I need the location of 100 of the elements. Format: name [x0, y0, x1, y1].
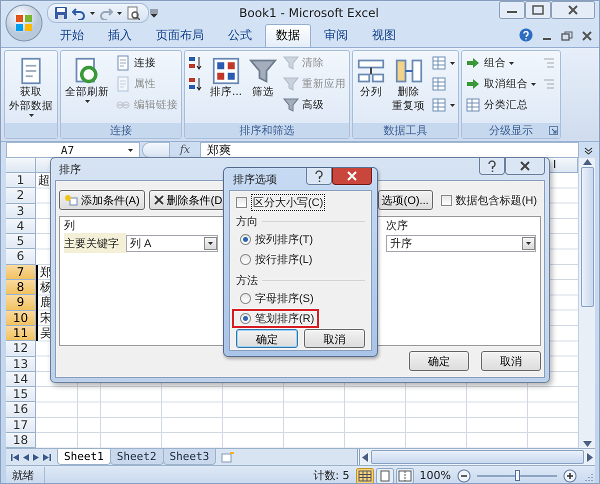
- radio-button[interactable]: [240, 234, 251, 245]
- ribbon-button[interactable]: 筛选: [246, 53, 280, 103]
- help-icon[interactable]: [519, 28, 533, 42]
- ribbon-button[interactable]: 分类汇总: [463, 95, 538, 115]
- ribbon-button[interactable]: 删除 重复项: [389, 53, 428, 117]
- ribbon-button[interactable]: 排序...: [207, 53, 246, 103]
- radio-label[interactable]: 字母排序(S): [255, 291, 314, 306]
- print-preview-icon[interactable]: [126, 6, 140, 20]
- zoom-out-icon[interactable]: [457, 468, 471, 482]
- help-icon[interactable]: [479, 158, 505, 175]
- ribbon-tab[interactable]: 页面布局: [145, 24, 215, 47]
- row-header[interactable]: 10: [6, 310, 36, 326]
- app-menu-button[interactable]: [5, 4, 43, 42]
- table-icon[interactable]: [431, 76, 448, 92]
- function-label[interactable]: fx: [172, 142, 198, 158]
- dropdown[interactable]: 升序: [386, 234, 536, 252]
- dialog-button[interactable]: 添加条件(A): [59, 190, 145, 210]
- checkbox[interactable]: [236, 197, 247, 208]
- scroll-right-icon[interactable]: [587, 452, 593, 462]
- zoom-in-icon[interactable]: [563, 468, 577, 482]
- zoom-level[interactable]: 100%: [420, 469, 451, 482]
- radio-button[interactable]: [240, 313, 251, 324]
- radio-button[interactable]: [240, 293, 251, 304]
- dialog-button[interactable]: 取消: [481, 351, 541, 371]
- radio-label[interactable]: 按列排序(T): [255, 232, 314, 247]
- ribbon-button[interactable]: 全部刷新: [62, 53, 112, 107]
- first-sheet-icon[interactable]: [11, 454, 19, 460]
- ribbon-tab[interactable]: 视图: [361, 24, 407, 47]
- restore-icon[interactable]: [561, 30, 573, 42]
- ribbon-tab[interactable]: 开始: [49, 24, 95, 47]
- row-header[interactable]: 13: [6, 356, 36, 372]
- sheet-tab[interactable]: Sheet2: [110, 449, 164, 465]
- ribbon-tab[interactable]: 审阅: [313, 24, 359, 47]
- sheet-tab[interactable]: Sheet1: [57, 449, 111, 465]
- last-sheet-icon[interactable]: [43, 454, 51, 460]
- table-icon[interactable]: [431, 97, 448, 113]
- radio-label[interactable]: 笔划排序(R): [255, 311, 314, 326]
- row-header[interactable]: 1: [6, 173, 36, 188]
- row-header[interactable]: 7: [6, 264, 36, 280]
- scroll-up-icon[interactable]: [582, 159, 592, 165]
- close-icon[interactable]: [581, 30, 593, 42]
- normal-view-icon[interactable]: [356, 468, 374, 483]
- minimize-icon[interactable]: [499, 1, 525, 19]
- undo-icon[interactable]: [72, 6, 86, 20]
- row-header[interactable]: 3: [6, 204, 36, 219]
- row-header[interactable]: 2: [6, 188, 36, 204]
- row-header[interactable]: 6: [6, 249, 36, 265]
- ribbon-tab[interactable]: 数据: [265, 24, 311, 47]
- row-header[interactable]: 18: [6, 433, 36, 448]
- dialog-button[interactable]: 取消: [304, 329, 365, 348]
- save-icon[interactable]: [54, 6, 68, 20]
- formula-input[interactable]: 郑爽: [200, 142, 579, 158]
- vertical-scrollbar[interactable]: [578, 158, 595, 448]
- row-header[interactable]: 17: [6, 418, 36, 434]
- row-header[interactable]: 14: [6, 372, 36, 388]
- row-header[interactable]: 15: [6, 387, 36, 402]
- sheet-tab[interactable]: Sheet3: [162, 449, 216, 465]
- row-header[interactable]: 12: [6, 341, 36, 357]
- close-icon[interactable]: [332, 168, 372, 185]
- row-header[interactable]: 11: [6, 326, 36, 342]
- ribbon-tab[interactable]: 公式: [217, 24, 263, 47]
- page-layout-icon[interactable]: [376, 468, 394, 483]
- expand-icon[interactable]: [584, 146, 592, 154]
- dropdown[interactable]: 列 A: [126, 234, 218, 252]
- row-header[interactable]: 8: [6, 280, 36, 296]
- sort-ascending-icon[interactable]: [188, 55, 204, 71]
- dialog-button[interactable]: 选项(O)...: [378, 190, 433, 210]
- customize-icon[interactable]: [149, 8, 159, 18]
- ribbon-button[interactable]: 连接: [113, 53, 180, 73]
- radio-label[interactable]: 按行排序(L): [255, 252, 312, 267]
- ribbon-button[interactable]: 取消组合: [463, 74, 538, 94]
- ribbon-button[interactable]: 高级: [281, 95, 348, 115]
- slider-thumb[interactable]: [515, 470, 520, 481]
- dialog-button[interactable]: 确定: [236, 329, 298, 348]
- ribbon-button[interactable]: 获取 外部数据: [6, 53, 56, 121]
- next-sheet-icon[interactable]: [33, 454, 39, 460]
- ribbon-tab[interactable]: 插入: [97, 24, 143, 47]
- maximize-icon[interactable]: [525, 1, 551, 19]
- checkbox[interactable]: [440, 194, 452, 206]
- horizontal-scrollbar[interactable]: [357, 449, 595, 465]
- row-header[interactable]: 4: [6, 218, 36, 234]
- dialog-launcher-icon[interactable]: [549, 126, 558, 135]
- row-header[interactable]: 16: [6, 402, 36, 418]
- row-header[interactable]: 9: [6, 295, 36, 311]
- scrollbar-thumb[interactable]: [580, 167, 594, 307]
- scrollbar-thumb[interactable]: [371, 450, 584, 464]
- close-icon[interactable]: [551, 1, 595, 19]
- page-break-icon[interactable]: [396, 468, 414, 483]
- radio-button[interactable]: [240, 254, 251, 265]
- previous-sheet-icon[interactable]: [23, 454, 29, 460]
- table-icon[interactable]: [431, 55, 448, 71]
- name-box[interactable]: A7: [6, 142, 140, 158]
- sort-descending-icon[interactable]: [188, 76, 204, 92]
- row-header[interactable]: 5: [6, 234, 36, 250]
- dialog-button[interactable]: 确定: [409, 351, 469, 371]
- insert-sheet-icon[interactable]: [221, 452, 236, 462]
- ribbon-button[interactable]: 分列: [354, 53, 388, 103]
- close-icon[interactable]: [505, 158, 545, 175]
- scroll-left-icon[interactable]: [362, 452, 368, 462]
- help-icon[interactable]: [306, 168, 332, 185]
